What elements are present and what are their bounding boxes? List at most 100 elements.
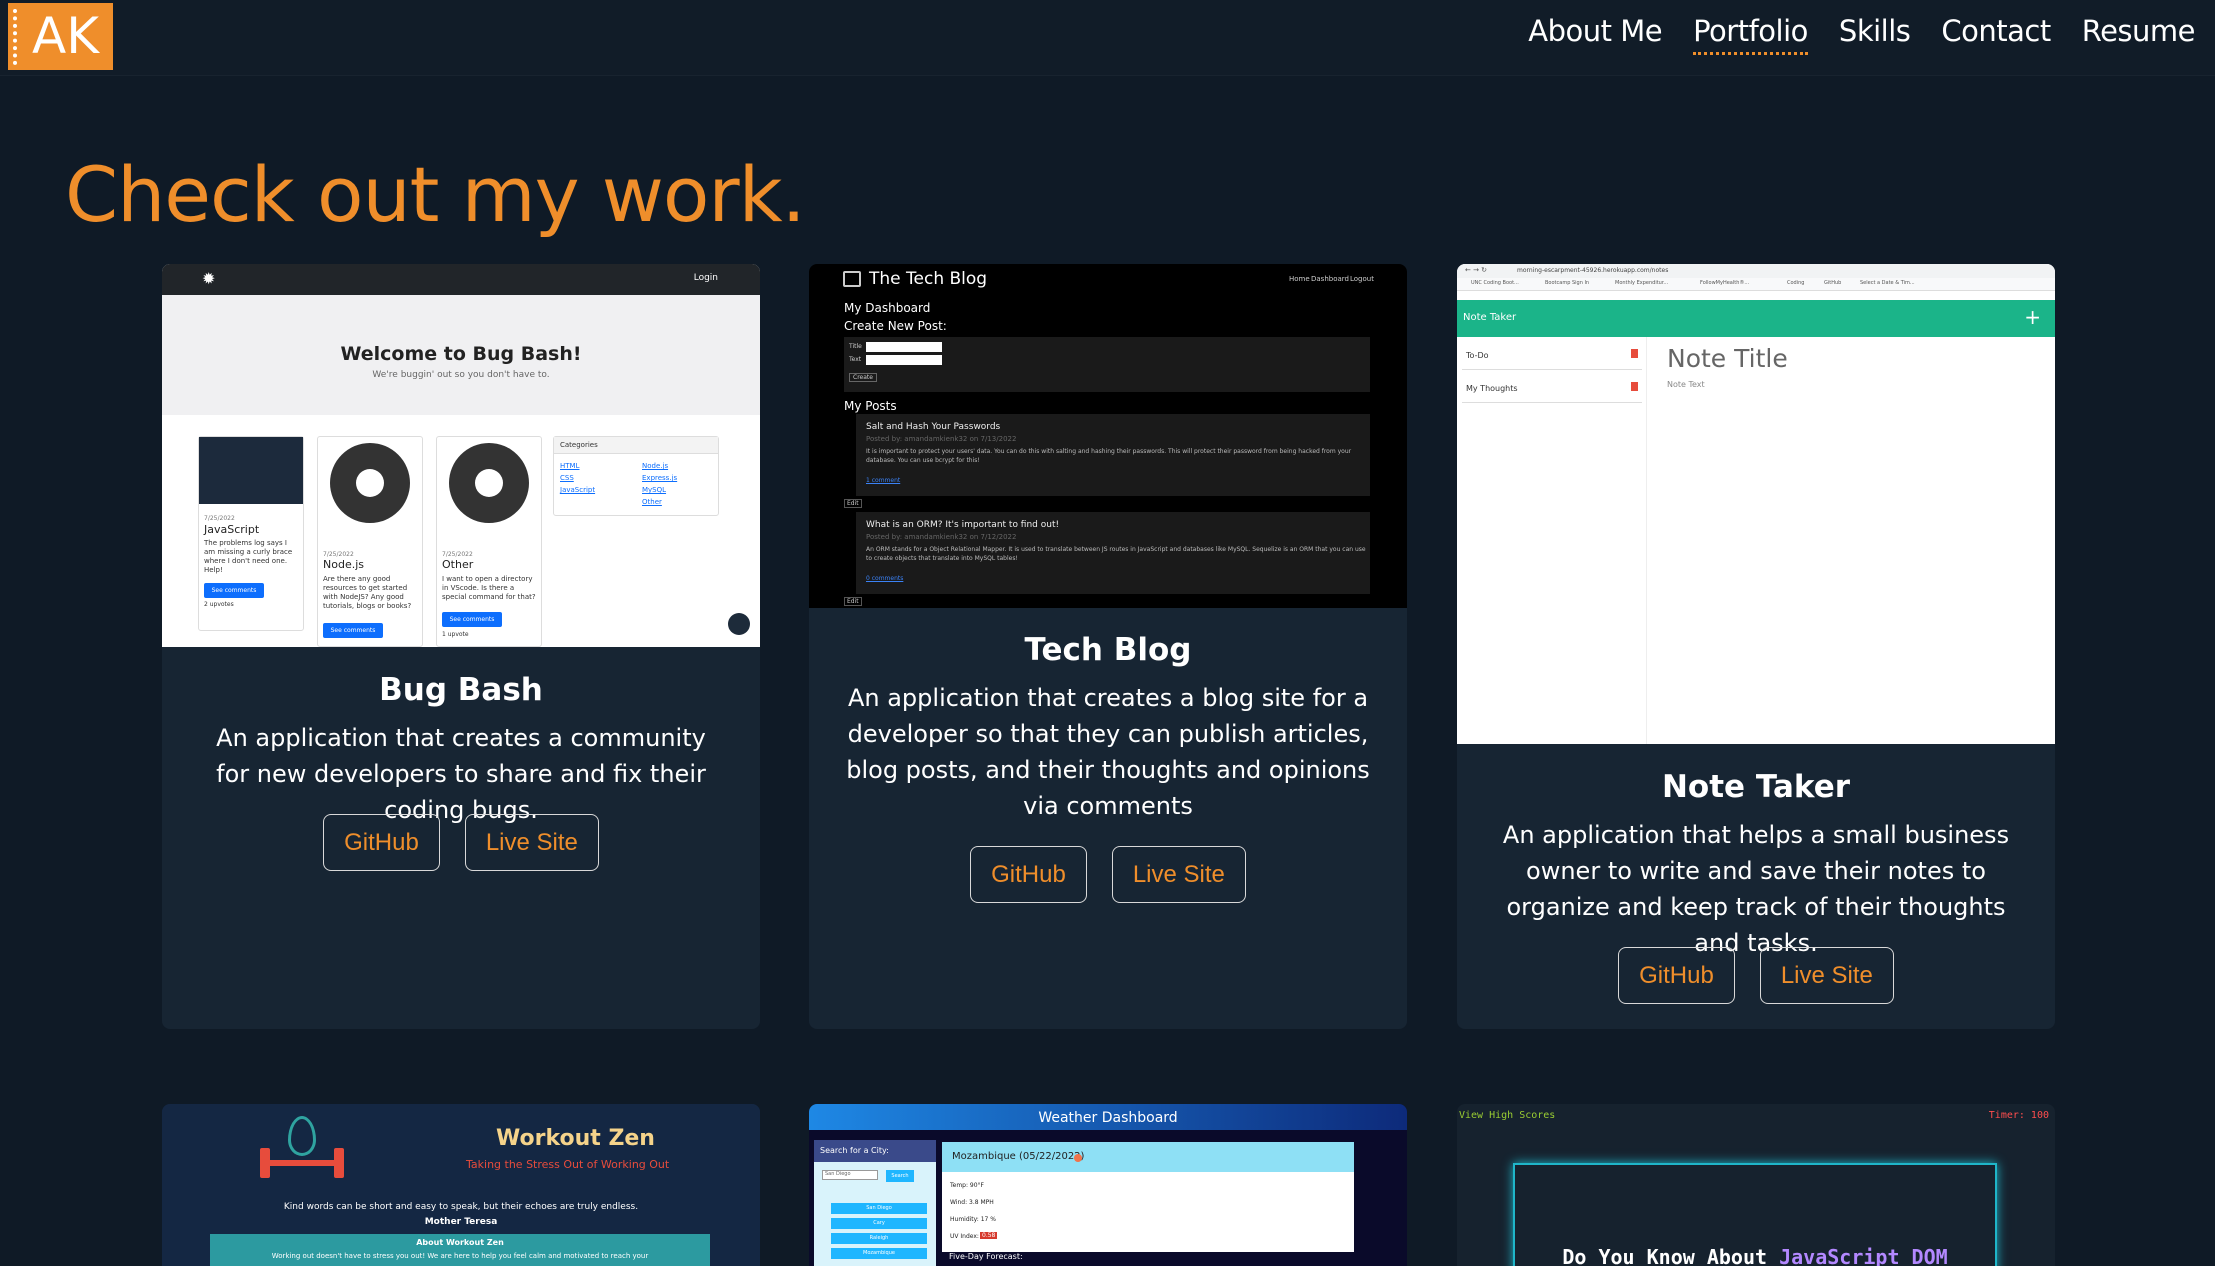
note-item-title: My Thoughts [1466,384,1518,393]
bookmark: Coding [1787,280,1805,286]
humidity: Humidity: 17 % [950,1216,996,1223]
card-title: Note Taker [1661,769,1851,805]
preview-hero: Welcome to Bug Bash! We're buggin' out s… [162,295,760,415]
note-title-field: Note Title [1667,344,1788,373]
title-field [866,342,942,352]
category-link: MySQL [642,486,667,494]
post-date: 7/25/2022 [442,551,473,558]
city-button: San Diego [831,1203,927,1214]
post-text: Are there any good resources to get star… [323,575,412,610]
search-button: Search [886,1170,914,1182]
weather-dashboard-preview[interactable]: Weather Dashboard Search for a City: San… [809,1104,1407,1266]
card-buttons: GitHub Live Site [1457,947,2055,1004]
preview-tagline: We're buggin' out so you don't have to. [372,370,550,380]
live-site-button[interactable]: Live Site [1759,947,1894,1004]
nav-skills[interactable]: Skills [1839,14,1911,55]
preview-form: Title Text Create [844,337,1370,392]
preview-author: Mother Teresa [424,1217,498,1227]
plus-icon: + [2024,305,2041,329]
nav-contact[interactable]: Contact [1941,14,2051,55]
post-title: What is an ORM? It's important to find o… [866,520,1060,530]
category-link: Express.js [642,474,678,482]
laptop-icon [843,271,861,287]
logo[interactable]: AK [8,3,113,70]
post-meta: Posted by: amandamkienk32 on 7/13/2022 [866,435,1017,443]
edit-button: Edit [844,597,862,606]
post-body: An ORM stands for a Object Relational Ma… [866,546,1366,562]
live-site-button[interactable]: Live Site [464,814,599,871]
bug-icon [330,443,410,523]
post-date: 7/25/2022 [204,515,235,522]
preview-post: 7/25/2022 Other I want to open a directo… [436,436,542,647]
live-site-button[interactable]: Live Site [1111,846,1246,903]
card-description: An application that creates a blog site … [846,684,1370,820]
note-taker-preview[interactable]: ← → ↻ morning-escarpment-45926.herokuapp… [1457,264,2055,744]
post-comments: 1 comment [866,477,901,484]
about-title: About Workout Zen [416,1238,504,1247]
preview-welcome: Welcome to Bug Bash! [340,343,582,365]
card-title: Bug Bash [379,672,543,708]
github-button[interactable]: GitHub [1618,947,1735,1004]
code-thumbnail [199,437,303,504]
theme-toggle-icon [728,613,750,635]
bug-icon: ✹ [202,269,216,288]
post-text: I want to open a directory in VScode. Is… [442,575,536,601]
bookmark: Bootcamp Sign In [1545,280,1590,286]
code-quiz-preview[interactable]: View High Scores Timer: 100 Do You Know … [1457,1104,2055,1266]
city-header: Mozambique (05/22/2022) [942,1142,1354,1172]
preview-dashboard: My Dashboard [844,301,931,315]
post-button: See comments [204,583,264,598]
note-taker-navbar: Note Taker + [1457,300,2055,337]
preview-login: Login [693,273,718,283]
question-box: Do You Know About JavaScript DOM [1513,1163,1997,1266]
card-description: An application that creates a community … [216,724,706,824]
card-buttons: GitHub Live Site [162,814,760,871]
workout-zen-preview[interactable]: Workout Zen Taking the Stress Out of Wor… [162,1104,760,1266]
lotus-dumbbell-icon [258,1116,346,1188]
edit-button: Edit [844,499,862,508]
post-comments: 0 comments [866,575,904,582]
nav-about[interactable]: About Me [1528,14,1662,55]
uv-badge: 0.58 [980,1232,998,1239]
card-description: An application that helps a small busine… [1502,821,2010,957]
city-button: Cary [831,1218,927,1229]
preview-quote: Kind words can be short and easy to spea… [283,1202,639,1212]
site-header: AK About Me Portfolio Skills Contact Res… [0,0,2215,76]
github-button[interactable]: GitHub [323,814,440,871]
bookmark: Select a Date & Tim... [1860,280,1915,286]
project-card-weather-dashboard: Weather Dashboard Search for a City: San… [809,1104,1407,1266]
nav-portfolio[interactable]: Portfolio [1693,14,1808,55]
wind: Wind: 3.8 MPH [950,1199,994,1206]
preview-subtitle: Taking the Stress Out of Working Out [466,1158,670,1171]
preview-post: Salt and Hash Your Passwords Posted by: … [856,414,1370,496]
categories-title: Categories [554,437,718,454]
city-button: Raleigh [831,1233,927,1244]
bug-icon [449,443,529,523]
project-card-code-quiz: View High Scores Timer: 100 Do You Know … [1457,1104,2055,1266]
preview-my-posts: My Posts [844,399,897,413]
post-name: JavaScript [204,523,260,536]
project-card-bug-bash: ✹ Login Welcome to Bug Bash! We're buggi… [162,264,760,1029]
project-card-workout-zen: Workout Zen Taking the Stress Out of Wor… [162,1104,760,1266]
about-panel: About Workout Zen Working out doesn't ha… [210,1234,710,1266]
category-link: Other [642,498,662,506]
city-button: Mozambique [831,1248,927,1259]
post-button: See comments [442,612,502,627]
bookmark: FollowMyHealth®... [1700,280,1750,286]
field-label: Title [849,343,862,350]
nav-resume[interactable]: Resume [2082,14,2196,55]
delete-icon [1631,382,1638,391]
post-body: It is important to protect your users' d… [866,448,1352,464]
question-highlight: JavaScript DOM [1779,1245,1948,1266]
bug-bash-preview[interactable]: ✹ Login Welcome to Bug Bash! We're buggi… [162,264,760,647]
preview-link: Home [1289,275,1310,283]
text-field [866,355,942,365]
preview-link: Logout [1350,275,1374,283]
post-votes: 1 upvote [442,631,469,638]
card-buttons: GitHub Live Site [809,846,1407,903]
tech-blog-preview[interactable]: The Tech Blog Home Dashboard Logout My D… [809,264,1407,608]
card-title: Tech Blog [1024,632,1192,668]
uv-label: UV Index: [950,1233,979,1240]
page-title: Check out my work. [65,150,806,239]
github-button[interactable]: GitHub [970,846,1087,903]
